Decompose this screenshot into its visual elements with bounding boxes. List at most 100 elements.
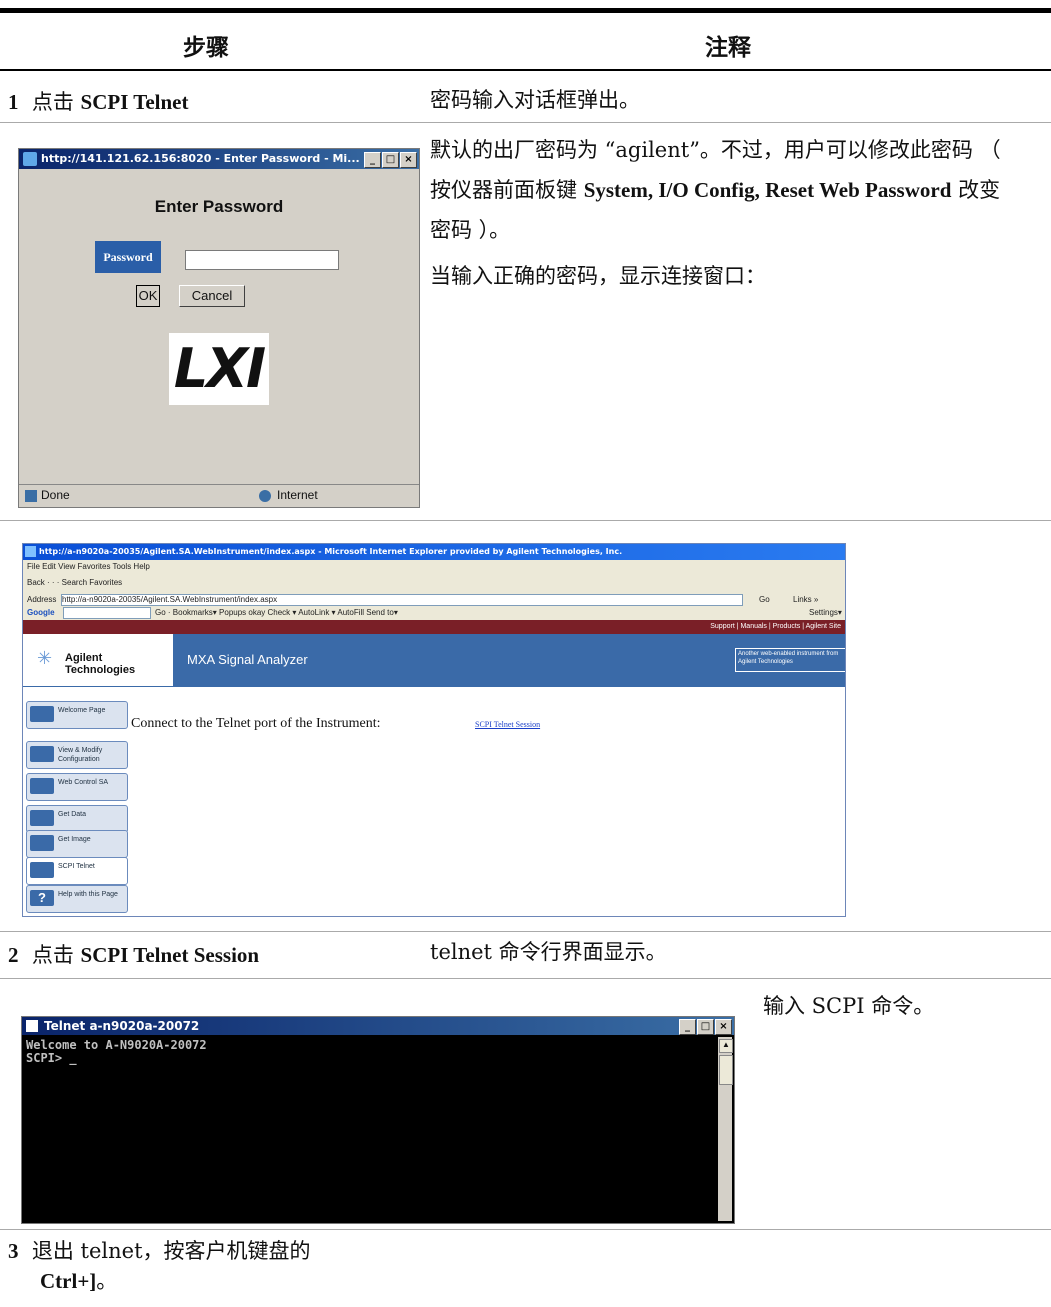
password-dialog: http://141.121.62.156:8020 - Enter Passw… (18, 148, 420, 508)
terminal-line: Welcome to A-N9020A-20072 (26, 1038, 207, 1052)
terminal-output[interactable]: Welcome to A-N9020A-20072 SCPI> _ (26, 1039, 207, 1065)
lxi-logo: LXI (169, 333, 269, 405)
data-icon (30, 810, 54, 826)
telnet-note: 输入 SCPI 命令。 (763, 994, 935, 1018)
telnet-window: Telnet a-n9020a-20072 _ □ × Welcome to A… (21, 1016, 735, 1224)
nav-get-data[interactable]: Get Data (26, 805, 128, 833)
nav-web-control[interactable]: Web Control SA (26, 773, 128, 801)
step-number: 1 (8, 90, 19, 114)
terminal-icon (30, 862, 54, 878)
row-divider (0, 122, 1051, 123)
password-label: Password (95, 241, 161, 273)
dialog-statusbar: Done Internet (19, 484, 419, 507)
nav-label: Welcome Page (58, 707, 106, 714)
config-icon (30, 746, 54, 762)
nav-scpi-telnet[interactable]: SCPI Telnet (26, 857, 128, 885)
menu-bar[interactable]: File Edit View Favorites Tools Help (23, 560, 845, 573)
address-bar: Address http://a-n9020a-20035/Agilent.SA… (23, 593, 845, 606)
page-icon (25, 490, 37, 502)
row-divider (0, 1229, 1051, 1230)
control-icon (30, 778, 54, 794)
nav-help[interactable]: ? Help with this Page (26, 885, 128, 913)
scroll-up-icon[interactable]: ▲ (719, 1039, 733, 1053)
nav-label: Get Image (58, 836, 91, 843)
lxi-logo-text: LXI (173, 337, 266, 400)
close-icon[interactable]: × (400, 152, 417, 168)
maximize-icon[interactable]: □ (697, 1019, 714, 1035)
google-search-input[interactable] (63, 607, 151, 619)
dialog-title: http://141.121.62.156:8020 - Enter Passw… (41, 152, 360, 165)
top-links: Support | Manuals | Products | Agilent S… (23, 620, 845, 634)
ok-button[interactable]: OK (136, 285, 160, 307)
terminal-prompt: SCPI> _ (26, 1051, 77, 1065)
browser-title: http://a-n9020a-20035/Agilent.SA.WebInst… (39, 547, 623, 556)
close-icon[interactable]: × (715, 1019, 732, 1035)
connect-note: 当输入正确的密码，显示连接窗口： (430, 264, 766, 288)
col-header-notes: 注释 (705, 35, 751, 61)
top-rule (0, 8, 1051, 13)
step-1-note: 密码输入对话框弹出。 (430, 88, 640, 112)
step-1: 1 点击 SCPI Telnet (8, 86, 189, 116)
step-number: 3 (8, 1239, 19, 1263)
scroll-thumb[interactable] (719, 1055, 733, 1085)
telnet-icon (26, 1020, 38, 1032)
ie-icon (23, 152, 37, 166)
go-button[interactable]: Go (759, 593, 770, 606)
nav-label: Get Data (58, 811, 87, 818)
globe-icon (259, 490, 271, 502)
header-rule (0, 69, 1051, 71)
status-done: Done (41, 488, 70, 502)
cancel-button[interactable]: Cancel (179, 285, 245, 307)
nav-label: View & Modify Configuration (58, 747, 103, 763)
connect-text: Connect to the Telnet port of the Instru… (131, 716, 381, 731)
address-label: Address (27, 595, 57, 604)
brand-area: ✳ Agilent Technologies (23, 634, 173, 686)
nav-label: Web Control SA (58, 779, 109, 786)
settings-button[interactable]: Settings▾ (809, 606, 842, 620)
telnet-title: Telnet a-n9020a-20072 (44, 1019, 200, 1033)
status-zone: Internet (277, 488, 318, 502)
password-input[interactable] (185, 250, 339, 270)
step-keyword: SCPI Telnet (80, 90, 189, 114)
browser-window: http://a-n9020a-20035/Agilent.SA.WebInst… (22, 543, 846, 917)
address-input[interactable]: http://a-n9020a-20035/Agilent.SA.WebInst… (61, 594, 743, 606)
nav-label: Help with this Page (58, 891, 118, 898)
maximize-icon[interactable]: □ (382, 152, 399, 168)
row-divider (0, 978, 1051, 979)
step-text: 点击 (31, 943, 81, 967)
step-keyword: Ctrl+] (40, 1269, 97, 1293)
google-logo: Google (27, 608, 55, 617)
step-2: 2 点击 SCPI Telnet Session (8, 939, 259, 969)
step-keyword: SCPI Telnet Session (80, 943, 260, 967)
step-text-end: 。 (96, 1269, 118, 1293)
ie-icon (25, 546, 36, 557)
google-toolbar: Google Go · Bookmarks▾ Popups okay Check… (23, 606, 845, 620)
password-note: 默认的出厂密码为 “agilent”。不过，用户可以修改此密码 （ 按仪器前面板… (430, 130, 1015, 250)
step-number: 2 (8, 943, 19, 967)
home-icon (30, 706, 54, 722)
browser-titlebar: http://a-n9020a-20035/Agilent.SA.WebInst… (23, 544, 845, 560)
content-divider (23, 686, 845, 687)
minimize-icon[interactable]: _ (364, 152, 381, 168)
help-icon: ? (30, 890, 54, 906)
google-tools[interactable]: Go · Bookmarks▾ Popups okay Check ▾ Auto… (155, 606, 398, 620)
spark-icon: ✳ (37, 648, 53, 669)
row-divider (0, 520, 1051, 521)
step-text: 退出 telnet，按客户机键盘的 (31, 1239, 311, 1263)
nav-welcome-page[interactable]: Welcome Page (26, 701, 128, 729)
step-text: 点击 (31, 90, 81, 114)
nav-view-modify[interactable]: View & Modify Configuration (26, 741, 128, 769)
scrollbar[interactable]: ▲ (718, 1037, 733, 1221)
links-button[interactable]: Links » (793, 593, 818, 606)
product-name: MXA Signal Analyzer (187, 652, 308, 667)
dialog-heading: Enter Password (154, 197, 284, 216)
minimize-icon[interactable]: _ (679, 1019, 696, 1035)
scpi-telnet-session-link[interactable]: SCPI Telnet Session (475, 720, 540, 729)
step-3: 3 退出 telnet，按客户机键盘的 Ctrl+]。 (8, 1236, 311, 1296)
web-enabled-badge[interactable]: Another web-enabled instrument from Agil… (735, 648, 845, 672)
nav-get-image[interactable]: Get Image (26, 830, 128, 858)
top-links-text[interactable]: Support | Manuals | Products | Agilent S… (710, 623, 845, 630)
toolbar[interactable]: Back · · · Search Favorites (23, 573, 845, 593)
step-2-note: telnet 命令行界面显示。 (430, 940, 667, 964)
camera-icon (30, 835, 54, 851)
